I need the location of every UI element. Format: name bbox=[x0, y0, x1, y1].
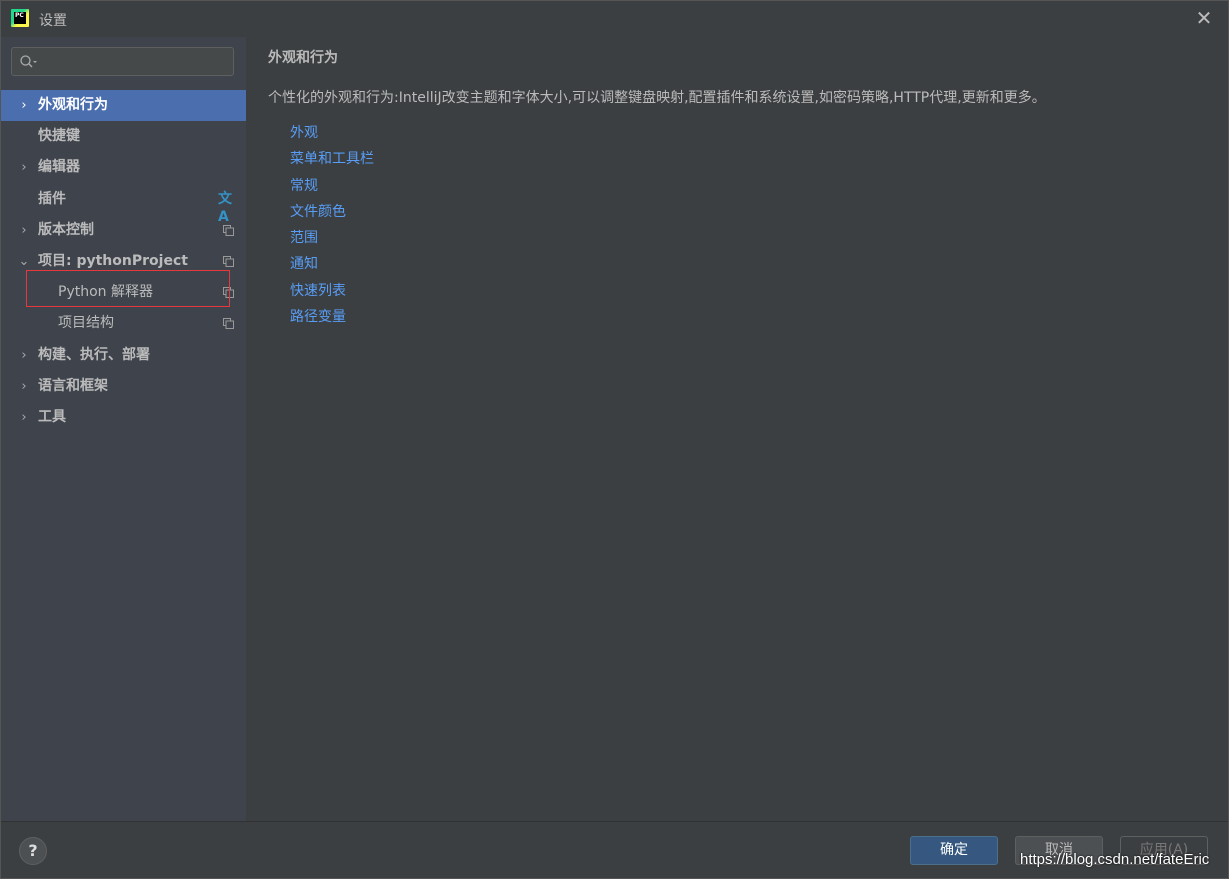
sidebar-item-label: 项目结构 bbox=[58, 315, 114, 331]
sidebar-item-keymap[interactable]: 快捷键 bbox=[1, 121, 246, 152]
link-notifications[interactable]: 通知 bbox=[290, 253, 318, 273]
page-title: 外观和行为 bbox=[268, 50, 338, 66]
settings-dialog: PC 设置 ✕ › 外观和行为 快捷键 › 编辑器 插件 文A › 版本控制 ⌄… bbox=[0, 0, 1229, 879]
page-description: 个性化的外观和行为:IntelliJ改变主题和字体大小,可以调整键盘映射,配置插… bbox=[268, 90, 1046, 106]
chevron-right-icon: › bbox=[21, 379, 27, 394]
chevron-right-icon: › bbox=[21, 348, 27, 363]
sidebar-item-label: 工具 bbox=[38, 409, 66, 425]
link-menus-toolbars[interactable]: 菜单和工具栏 bbox=[290, 148, 374, 168]
ok-button[interactable]: 确定 bbox=[910, 836, 998, 865]
translate-icon: 文A bbox=[218, 191, 232, 225]
pycharm-logo-icon: PC bbox=[11, 9, 29, 27]
search-input[interactable] bbox=[11, 47, 234, 76]
sidebar-item-build-execution-deployment[interactable]: › 构建、执行、部署 bbox=[1, 340, 246, 371]
chevron-right-icon: › bbox=[21, 410, 27, 425]
chevron-right-icon: › bbox=[21, 98, 27, 113]
sidebar-item-version-control[interactable]: › 版本控制 bbox=[1, 215, 246, 246]
sidebar-item-label: 版本控制 bbox=[38, 222, 94, 238]
project-scope-icon bbox=[223, 318, 234, 329]
link-file-colors[interactable]: 文件颜色 bbox=[290, 201, 346, 221]
link-system-settings[interactable]: 常规 bbox=[290, 175, 318, 195]
sidebar-item-label: 编辑器 bbox=[38, 159, 80, 175]
project-scope-icon bbox=[223, 256, 234, 267]
sidebar-item-editor[interactable]: › 编辑器 bbox=[1, 152, 246, 183]
settings-sidebar: › 外观和行为 快捷键 › 编辑器 插件 文A › 版本控制 ⌄ 项目: pyt… bbox=[1, 37, 246, 821]
settings-content: 外观和行为 个性化的外观和行为:IntelliJ改变主题和字体大小,可以调整键盘… bbox=[247, 37, 1228, 821]
link-quick-lists[interactable]: 快速列表 bbox=[290, 280, 346, 300]
sidebar-item-appearance-behavior[interactable]: › 外观和行为 bbox=[1, 90, 246, 121]
sidebar-item-plugins[interactable]: 插件 文A bbox=[1, 184, 246, 225]
sidebar-item-label: 外观和行为 bbox=[38, 97, 108, 113]
help-button[interactable]: ? bbox=[19, 837, 47, 865]
chevron-right-icon: › bbox=[21, 223, 27, 238]
watermark: https://blog.csdn.net/fateEric bbox=[1020, 851, 1210, 868]
link-scopes[interactable]: 范围 bbox=[290, 227, 318, 247]
title-bar: PC 设置 ✕ bbox=[1, 1, 1228, 37]
sidebar-item-tools[interactable]: › 工具 bbox=[1, 402, 246, 433]
window-title: 设置 bbox=[39, 13, 67, 29]
dialog-button-bar: ? 确定 取消 应用(A) bbox=[1, 821, 1228, 878]
close-icon[interactable]: ✕ bbox=[1194, 8, 1214, 28]
sidebar-item-label: 插件 bbox=[38, 191, 66, 207]
link-path-variables[interactable]: 路径变量 bbox=[290, 306, 346, 326]
sidebar-item-project-structure[interactable]: 项目结构 bbox=[1, 308, 246, 339]
annotation-highlight-box bbox=[26, 270, 230, 307]
chevron-right-icon: › bbox=[21, 160, 27, 175]
sidebar-item-label: 快捷键 bbox=[38, 128, 80, 144]
project-scope-icon bbox=[223, 225, 234, 236]
search-icon bbox=[20, 55, 37, 68]
sidebar-item-languages-frameworks[interactable]: › 语言和框架 bbox=[1, 371, 246, 402]
link-appearance[interactable]: 外观 bbox=[290, 122, 318, 142]
sidebar-item-label: 语言和框架 bbox=[38, 378, 108, 394]
sidebar-item-label: 构建、执行、部署 bbox=[38, 347, 150, 363]
